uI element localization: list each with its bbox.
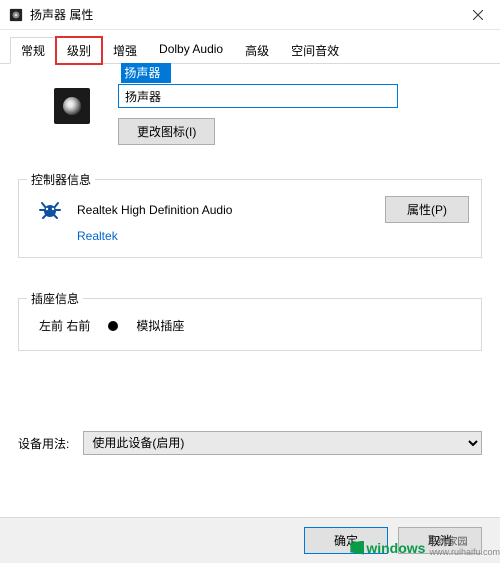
device-usage-label: 设备用法: <box>18 435 69 452</box>
device-usage-row: 设备用法: 使用此设备(启用) <box>0 423 500 455</box>
jack-group-label: 插座信息 <box>27 290 83 307</box>
tab-general[interactable]: 常规 <box>10 37 56 64</box>
controller-group-label: 控制器信息 <box>27 171 95 188</box>
tab-advanced[interactable]: 高级 <box>234 37 280 64</box>
device-name-input[interactable] <box>118 84 398 108</box>
cancel-button[interactable]: 取消 <box>398 527 482 554</box>
controller-properties-button[interactable]: 属性(P) <box>385 196 469 223</box>
tab-levels[interactable]: 级别 <box>56 37 102 64</box>
device-usage-select[interactable]: 使用此设备(启用) <box>83 431 482 455</box>
ok-button[interactable]: 确定 <box>304 527 388 554</box>
controller-vendor-link[interactable]: Realtek <box>77 229 118 243</box>
tab-dolby[interactable]: Dolby Audio <box>148 37 234 64</box>
window-title: 扬声器 属性 <box>30 6 455 23</box>
tab-enhancements[interactable]: 增强 <box>102 37 148 64</box>
tab-content-general: // simulate selected text look document.… <box>0 64 500 359</box>
speaker-icon <box>54 88 90 124</box>
tab-spatial[interactable]: 空间音效 <box>280 37 350 64</box>
device-header: // simulate selected text look document.… <box>18 76 482 163</box>
controller-name: Realtek High Definition Audio <box>77 203 375 217</box>
controller-info-group: 控制器信息 Realtek High Definition Audio 属性(P… <box>18 179 482 258</box>
jack-info-group: 插座信息 左前 右前 模拟插座 <box>18 298 482 351</box>
titlebar: 扬声器 属性 <box>0 0 500 30</box>
speaker-app-icon <box>8 7 24 23</box>
device-name-selection: 扬声器 <box>121 63 171 83</box>
jack-position: 左前 右前 <box>39 317 90 334</box>
jack-type: 模拟插座 <box>136 317 184 334</box>
close-button[interactable] <box>455 0 500 30</box>
realtek-crab-icon <box>37 197 63 223</box>
change-icon-button[interactable]: 更改图标(I) <box>118 118 215 145</box>
tab-strip: 常规 级别 增强 Dolby Audio 高级 空间音效 <box>0 30 500 64</box>
jack-color-dot <box>108 321 118 331</box>
dialog-footer: 确定 取消 <box>0 517 500 563</box>
